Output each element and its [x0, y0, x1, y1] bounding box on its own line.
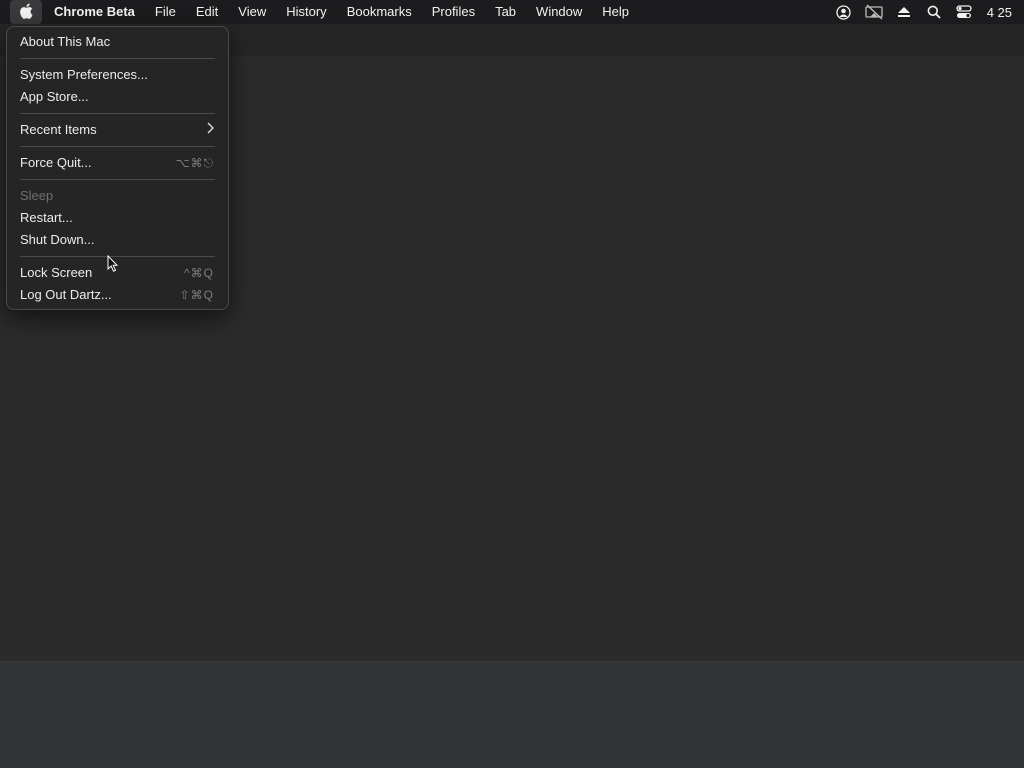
- menu-bookmarks[interactable]: Bookmarks: [337, 0, 422, 24]
- menu-file[interactable]: File: [145, 0, 186, 24]
- apple-logo-icon: [19, 3, 33, 22]
- menu-item-sleep: Sleep: [7, 185, 228, 207]
- chevron-right-icon: [206, 119, 215, 141]
- menu-separator: [20, 146, 215, 147]
- menu-profiles[interactable]: Profiles: [422, 0, 485, 24]
- menu-item-label: Lock Screen: [20, 265, 93, 280]
- menu-tab[interactable]: Tab: [485, 0, 526, 24]
- menu-help[interactable]: Help: [592, 0, 639, 24]
- apple-menu-button[interactable]: [10, 0, 42, 24]
- menu-item-force-quit[interactable]: Force Quit... ⌥⌘⎋: [7, 152, 228, 174]
- menu-item-label: System Preferences...: [20, 67, 148, 82]
- mouse-pointer-icon: [107, 254, 119, 273]
- menu-item-label: Force Quit...: [20, 155, 92, 170]
- menu-separator: [20, 113, 215, 114]
- menu-item-label: Log Out Dartz...: [20, 287, 112, 302]
- eject-icon[interactable]: [889, 0, 919, 24]
- menu-app-name[interactable]: Chrome Beta: [42, 0, 145, 24]
- menu-item-restart[interactable]: Restart...: [7, 207, 228, 229]
- menu-item-label: Restart...: [20, 210, 73, 225]
- spotlight-search-icon[interactable]: [919, 0, 949, 24]
- menu-item-about-this-mac[interactable]: About This Mac: [7, 31, 228, 53]
- screen-mirroring-off-icon[interactable]: [859, 0, 889, 24]
- menu-view[interactable]: View: [228, 0, 276, 24]
- menu-item-label: Shut Down...: [20, 232, 95, 247]
- menu-bar-clock[interactable]: 4 25: [979, 5, 1012, 20]
- menu-item-label: App Store...: [20, 89, 89, 104]
- menu-item-shut-down[interactable]: Shut Down...: [7, 229, 228, 251]
- user-account-icon[interactable]: [829, 0, 859, 24]
- menu-item-system-preferences[interactable]: System Preferences...: [7, 64, 228, 86]
- menu-item-app-store[interactable]: App Store...: [7, 86, 228, 108]
- menu-item-log-out[interactable]: Log Out Dartz... ⇧⌘Q: [7, 284, 228, 306]
- menu-bar: Chrome Beta File Edit View History Bookm…: [0, 0, 1024, 24]
- keyboard-shortcut: ^⌘Q: [184, 266, 214, 280]
- keyboard-shortcut: ⌥⌘⎋: [175, 156, 214, 170]
- menu-separator: [20, 179, 215, 180]
- menu-item-label: Sleep: [20, 188, 54, 203]
- menu-window[interactable]: Window: [526, 0, 592, 24]
- control-center-icon[interactable]: [949, 0, 979, 24]
- menu-item-recent-items[interactable]: Recent Items: [7, 119, 228, 141]
- menu-separator: [20, 58, 215, 59]
- menu-item-label: About This Mac: [20, 34, 111, 49]
- menu-edit[interactable]: Edit: [186, 0, 228, 24]
- keyboard-shortcut: ⇧⌘Q: [179, 288, 214, 302]
- menu-history[interactable]: History: [276, 0, 336, 24]
- menu-item-label: Recent Items: [20, 122, 97, 137]
- status-area: 4 25: [829, 0, 1024, 24]
- window-bottom-area: [0, 661, 1024, 768]
